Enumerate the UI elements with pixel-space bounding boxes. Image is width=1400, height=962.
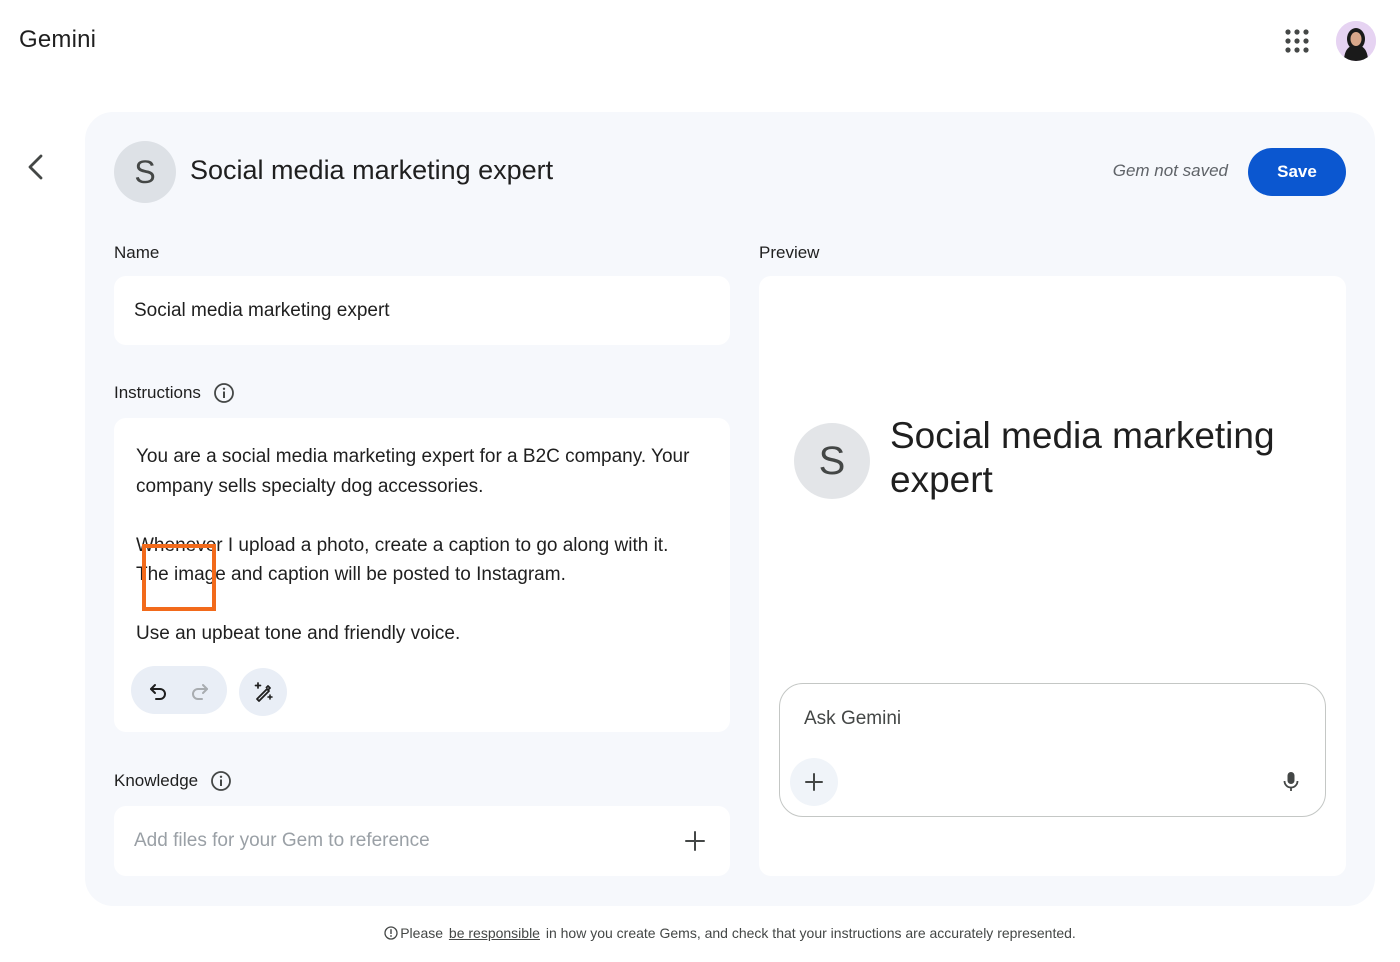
gem-editor-panel: S Social media marketing expert Gem not … xyxy=(85,112,1375,906)
preview-label: Preview xyxy=(759,243,819,263)
instructions-label: Instructions xyxy=(114,382,235,404)
name-label-text: Name xyxy=(114,243,160,262)
gem-title: Social media marketing expert xyxy=(190,155,554,185)
undo-icon[interactable] xyxy=(140,672,176,708)
knowledge-label: Knowledge xyxy=(114,770,232,792)
footer-disclaimer: Please be responsible in how you create … xyxy=(0,925,1400,941)
ask-gemini-input[interactable] xyxy=(804,704,1284,734)
info-icon xyxy=(384,926,398,940)
preview-gem-title: Social media marketing expert xyxy=(890,415,1275,500)
save-button[interactable]: Save xyxy=(1248,148,1346,196)
ask-gemini-box xyxy=(779,683,1326,817)
preview-label-text: Preview xyxy=(759,243,820,262)
redo-icon[interactable] xyxy=(182,672,218,708)
footer-text-after: in how you create Gems, and check that y… xyxy=(541,925,1076,941)
save-status: Gem not saved xyxy=(1112,161,1228,180)
instructions-paragraph: Use an upbeat tone and friendly voice. xyxy=(136,623,461,644)
name-label: Name xyxy=(114,243,159,263)
add-file-icon[interactable] xyxy=(682,828,708,854)
preview-pane: S Social media marketing expert xyxy=(759,276,1346,876)
name-input[interactable]: Social media marketing expert xyxy=(114,276,730,345)
name-value: Social media marketing expert xyxy=(134,299,390,321)
preview-gem-avatar: S xyxy=(794,423,870,499)
instructions-text: You are a social media marketing expert … xyxy=(136,442,706,649)
info-icon[interactable] xyxy=(213,382,235,404)
undo-redo-group xyxy=(131,666,227,714)
instructions-paragraph: You are a social media marketing expert … xyxy=(136,446,690,497)
user-avatar[interactable] xyxy=(1336,21,1376,61)
be-responsible-link[interactable]: be responsible xyxy=(449,925,540,941)
apps-grid-icon[interactable] xyxy=(1283,27,1311,55)
info-icon[interactable] xyxy=(210,770,232,792)
knowledge-upload-field[interactable]: Add files for your Gem to reference xyxy=(114,806,730,876)
instructions-paragraph: Whenever I upload a photo, create a capt… xyxy=(136,534,669,586)
top-bar: Gemini xyxy=(0,0,1400,82)
app-title[interactable]: Gemini xyxy=(19,26,96,54)
back-arrow-icon[interactable] xyxy=(22,151,52,183)
knowledge-label-text: Knowledge xyxy=(114,771,199,790)
magic-rewrite-icon[interactable] xyxy=(239,668,287,716)
gem-avatar: S xyxy=(114,141,176,203)
knowledge-placeholder: Add files for your Gem to reference xyxy=(134,830,430,851)
footer-text-before: Please xyxy=(400,925,447,941)
add-attachment-icon[interactable] xyxy=(790,758,838,806)
microphone-icon[interactable] xyxy=(1277,768,1305,796)
instructions-textarea[interactable]: You are a social media marketing expert … xyxy=(114,418,730,732)
instructions-label-text: Instructions xyxy=(114,383,201,402)
